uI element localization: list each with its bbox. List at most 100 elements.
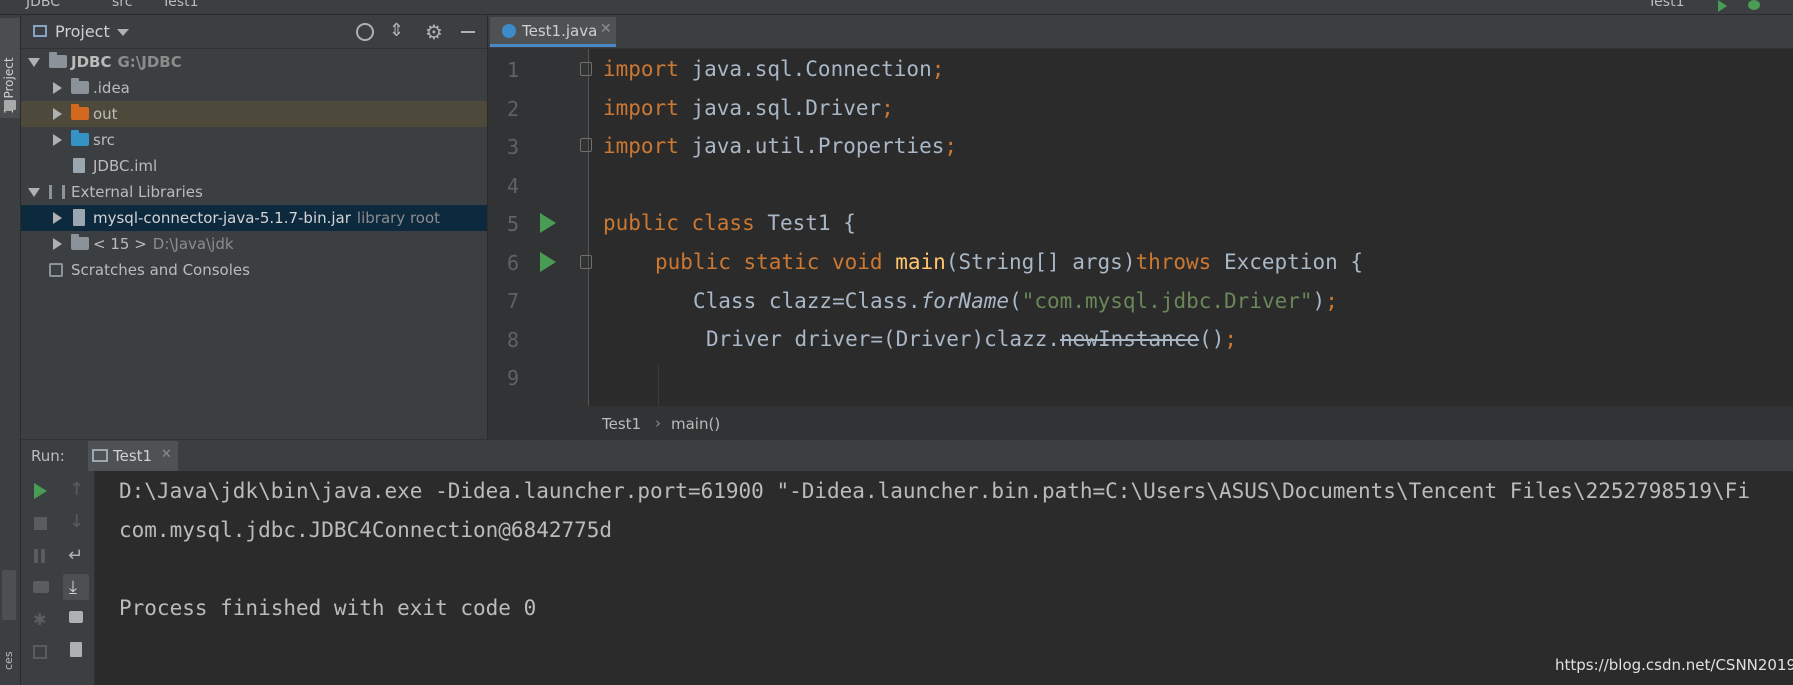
hide-icon[interactable] bbox=[461, 31, 475, 33]
fold-marker-icon[interactable] bbox=[580, 255, 592, 269]
soft-wrap-icon[interactable]: ↵ bbox=[68, 545, 83, 566]
code-text: java.util.Properties bbox=[678, 134, 945, 158]
tree-item-mysql-connector[interactable]: mysql-connector-java-5.1.7-bin.jar librar… bbox=[21, 205, 487, 231]
tree-label: Scratches and Consoles bbox=[71, 261, 250, 279]
collapse-all-icon[interactable]: ⇕ bbox=[389, 22, 405, 40]
tree-item-src[interactable]: src bbox=[21, 127, 487, 153]
run-main-icon[interactable] bbox=[540, 252, 556, 272]
tree-item-jdbc-iml[interactable]: JDBC.iml bbox=[21, 153, 487, 179]
code-semicolon: ; bbox=[881, 96, 894, 120]
run-class-icon[interactable] bbox=[540, 213, 556, 233]
code-text: ( bbox=[1009, 289, 1022, 313]
tree-item-idea[interactable]: .idea bbox=[21, 75, 487, 101]
nav-crumb-src[interactable]: src bbox=[112, 0, 132, 10]
run-panel-header: Run: bbox=[21, 439, 1793, 472]
code-line-1: import java.sql.Connection; bbox=[603, 57, 944, 81]
code-method: forName bbox=[920, 289, 1010, 313]
chevron-right-icon[interactable] bbox=[53, 238, 62, 250]
project-panel-title[interactable]: Project bbox=[55, 22, 110, 41]
code-text: Driver driver=(Driver)clazz. bbox=[706, 327, 1061, 351]
trash-icon[interactable] bbox=[70, 642, 82, 657]
library-icon bbox=[49, 185, 65, 199]
camera-icon[interactable] bbox=[33, 581, 49, 593]
jdk-folder-icon bbox=[71, 234, 89, 250]
chevron-down-icon[interactable] bbox=[28, 58, 40, 67]
breadcrumb-separator-icon: › bbox=[655, 414, 661, 432]
code-text: Test1 { bbox=[754, 211, 856, 235]
tree-label: JDBC bbox=[71, 53, 112, 71]
editor-breadcrumbs: Test1 › main() bbox=[488, 406, 1793, 439]
project-panel-header: Project ⇕ ⚙ bbox=[21, 15, 487, 49]
iml-file-icon bbox=[73, 158, 85, 173]
run-config-select[interactable]: Test1 bbox=[1648, 0, 1684, 10]
tree-hint: library root bbox=[356, 209, 441, 227]
exit-icon[interactable] bbox=[33, 645, 47, 659]
line-number: 2 bbox=[506, 97, 520, 121]
folder-icon bbox=[4, 100, 16, 110]
stop-icon[interactable] bbox=[34, 517, 47, 530]
tab-test1-java[interactable]: Test1.java ✕ bbox=[490, 17, 616, 47]
arrow-up-icon[interactable]: ↑ bbox=[69, 479, 84, 500]
tree-item-external-libraries[interactable]: External Libraries bbox=[21, 179, 487, 205]
line-number: 4 bbox=[506, 174, 520, 198]
tree-label: src bbox=[93, 131, 115, 149]
chevron-right-icon[interactable] bbox=[53, 82, 62, 94]
chevron-right-icon[interactable] bbox=[53, 212, 62, 224]
editor-tab-bar bbox=[488, 15, 1793, 49]
code-line-5: public class Test1 { bbox=[603, 211, 856, 235]
fold-marker-icon[interactable] bbox=[580, 62, 592, 76]
tree-label: .idea bbox=[93, 79, 130, 97]
chevron-down-icon[interactable] bbox=[117, 29, 129, 36]
code-function: main bbox=[895, 250, 946, 274]
debug-disabled-icon[interactable]: ✱ bbox=[33, 612, 49, 628]
code-text: () bbox=[1199, 327, 1225, 351]
tree-label: out bbox=[93, 105, 118, 123]
code-line-7: Class clazz=Class.forName("com.mysql.jdb… bbox=[693, 289, 1338, 313]
line-number: 7 bbox=[506, 289, 520, 313]
run-tab-test1[interactable]: Test1 ✕ bbox=[88, 441, 178, 471]
code-text: Class clazz=Class. bbox=[693, 289, 921, 313]
tree-hint: D:\Java\jdk bbox=[152, 235, 234, 253]
console-line: com.mysql.jdbc.JDBC4Connection@6842775d bbox=[119, 518, 613, 542]
breadcrumb-method[interactable]: main() bbox=[671, 415, 720, 433]
bottom-tab-label[interactable]: ces bbox=[2, 651, 15, 670]
code-semicolon: ; bbox=[931, 57, 945, 81]
console-output[interactable] bbox=[95, 471, 1793, 685]
tree-item-out[interactable]: out bbox=[21, 101, 487, 127]
nav-crumb-project[interactable]: JDBC bbox=[26, 0, 60, 10]
fold-marker-icon[interactable] bbox=[580, 138, 592, 152]
run-toolbar-secondary: ↑ ↓ ↵ ⤓ bbox=[59, 471, 95, 685]
line-number: 8 bbox=[506, 328, 520, 352]
tree-item-jdk[interactable]: < 15 > D:\Java\jdk bbox=[21, 231, 487, 257]
tree-item-scratches[interactable]: Scratches and Consoles bbox=[21, 257, 487, 283]
close-icon[interactable]: ✕ bbox=[161, 447, 172, 462]
line-number: 5 bbox=[506, 212, 520, 236]
scroll-to-end-button[interactable]: ⤓ bbox=[63, 574, 89, 600]
chevron-down-icon[interactable] bbox=[28, 188, 40, 197]
close-icon[interactable]: ✕ bbox=[600, 21, 612, 37]
code-line-2: import java.sql.Driver; bbox=[603, 96, 894, 120]
tree-label: External Libraries bbox=[71, 183, 203, 201]
tab-label: Test1.java bbox=[522, 22, 598, 40]
excluded-folder-icon bbox=[71, 104, 89, 120]
code-semicolon: ; bbox=[1224, 327, 1238, 351]
code-line-6: public static void main(String[] args)th… bbox=[655, 250, 1363, 274]
debug-icon[interactable] bbox=[1748, 0, 1760, 10]
locate-icon[interactable] bbox=[356, 23, 374, 41]
gear-icon[interactable]: ⚙ bbox=[425, 20, 443, 44]
nav-crumb-file[interactable]: Test1 bbox=[162, 0, 198, 10]
tree-label: < 15 > bbox=[93, 235, 147, 253]
pause-icon[interactable] bbox=[34, 549, 38, 563]
run-icon[interactable] bbox=[1718, 0, 1727, 12]
breadcrumb-class[interactable]: Test1 bbox=[602, 415, 641, 433]
chevron-right-icon[interactable] bbox=[53, 108, 62, 120]
structure-tab[interactable] bbox=[2, 570, 16, 620]
jar-icon bbox=[73, 209, 85, 226]
code-keyword: public class bbox=[603, 211, 755, 235]
chevron-right-icon[interactable] bbox=[53, 134, 62, 146]
arrow-down-icon[interactable]: ↓ bbox=[69, 511, 84, 532]
java-class-icon bbox=[502, 24, 516, 38]
tree-item-jdbc[interactable]: JDBC G:\JDBC bbox=[21, 49, 487, 75]
rerun-icon[interactable] bbox=[34, 483, 47, 499]
print-icon[interactable] bbox=[69, 611, 83, 623]
